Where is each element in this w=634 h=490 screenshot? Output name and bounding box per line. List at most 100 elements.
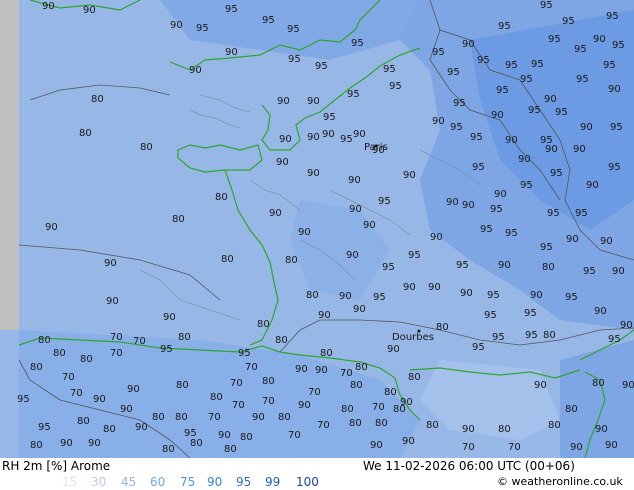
rh-label: 95 xyxy=(555,107,568,118)
rh-label: 80 xyxy=(543,330,556,341)
rh-label: 80 xyxy=(341,404,354,415)
rh-label: 90 xyxy=(307,132,320,143)
rh-label: 80 xyxy=(190,438,203,449)
rh-label: 95 xyxy=(583,266,596,277)
rh-label: 70 xyxy=(340,368,353,379)
moist-zone-se xyxy=(560,340,634,458)
rh-label: 90 xyxy=(353,304,366,315)
scale-label-60: 60 xyxy=(150,475,166,489)
rh-label: 90 xyxy=(566,234,579,245)
rh-label: 90 xyxy=(544,94,557,105)
rh-map: 90 90 90 95 95 90 95 95 95 95 90 95 95 9… xyxy=(0,0,634,459)
rh-label: 90 xyxy=(269,208,282,219)
rh-label: 80 xyxy=(565,404,578,415)
rh-label: 80 xyxy=(38,335,51,346)
rh-label: 90 xyxy=(387,344,400,355)
rh-label: 90 xyxy=(570,442,583,453)
rh-label: 90 xyxy=(586,180,599,191)
rh-label: 90 xyxy=(605,440,618,451)
rh-label: 95 xyxy=(373,292,386,303)
rh-label: 90 xyxy=(93,394,106,405)
rh-label: 80 xyxy=(30,362,43,373)
rh-label: 70 xyxy=(133,336,146,347)
rh-label: 95 xyxy=(562,16,575,27)
rh-label: 90 xyxy=(370,440,383,451)
rh-label: 90 xyxy=(573,144,586,155)
rh-label: 95 xyxy=(531,59,544,70)
rh-label: 90 xyxy=(315,365,328,376)
rh-label: 90 xyxy=(428,282,441,293)
map-footer: RH 2m [%] Arome We 11-02-2026 06:00 UTC … xyxy=(0,458,634,490)
rh-label: 90 xyxy=(505,135,518,146)
rh-label: 95 xyxy=(548,34,561,45)
rh-label: 70 xyxy=(245,362,258,373)
rh-label: 95 xyxy=(484,310,497,321)
rh-label: 95 xyxy=(477,55,490,66)
rh-label: 90 xyxy=(348,175,361,186)
rh-label: 90 xyxy=(135,422,148,433)
rh-label: 95 xyxy=(472,162,485,173)
rh-label: 95 xyxy=(323,112,336,123)
rh-label: 90 xyxy=(276,157,289,168)
rh-label: 95 xyxy=(540,0,553,11)
rh-label: 90 xyxy=(252,412,265,423)
rh-label: 80 xyxy=(275,335,288,346)
rh-label: 95 xyxy=(520,180,533,191)
rh-label: 90 xyxy=(593,34,606,45)
rh-label: 80 xyxy=(77,416,90,427)
rh-label: 95 xyxy=(453,98,466,109)
rh-label: 90 xyxy=(363,220,376,231)
rh-label: 95 xyxy=(389,81,402,92)
rh-label: 90 xyxy=(353,129,366,140)
rh-label: 90 xyxy=(580,122,593,133)
rh-label: 90 xyxy=(403,170,416,181)
rh-label: 95 xyxy=(378,196,391,207)
rh-label: 80 xyxy=(436,322,449,333)
rh-label: 90 xyxy=(307,96,320,107)
rh-label: 90 xyxy=(460,288,473,299)
rh-label: 70 xyxy=(262,396,275,407)
rh-label: 90 xyxy=(595,424,608,435)
rh-label: 70 xyxy=(288,430,301,441)
rh-label: 95 xyxy=(351,38,364,49)
rh-label: 90 xyxy=(163,312,176,323)
rh-label: 95 xyxy=(603,60,616,71)
rh-label: 80 xyxy=(224,444,237,455)
rh-label: 90 xyxy=(545,144,558,155)
rh-label: 90 xyxy=(42,1,55,12)
rh-label: 80 xyxy=(80,354,93,365)
rh-label: 70 xyxy=(372,402,385,413)
rh-label: 95 xyxy=(17,394,30,405)
rh-label: 90 xyxy=(402,436,415,447)
rh-label: 90 xyxy=(622,380,634,391)
rh-label: 95 xyxy=(565,292,578,303)
rh-label: 95 xyxy=(472,342,485,353)
rh-label: 80 xyxy=(498,424,511,435)
rh-label: 95 xyxy=(608,334,621,345)
rh-label: 70 xyxy=(317,420,330,431)
scale-label-45: 45 xyxy=(121,475,137,489)
rh-label: 80 xyxy=(257,319,270,330)
rh-label: 90 xyxy=(494,189,507,200)
rh-label: 90 xyxy=(612,266,625,277)
rh-label: 80 xyxy=(542,262,555,273)
rh-label: 95 xyxy=(288,54,301,65)
rh-label: 90 xyxy=(88,438,101,449)
scale-label-15: 15 xyxy=(62,475,78,489)
rh-label: 95 xyxy=(408,250,421,261)
rh-label: 90 xyxy=(346,250,359,261)
rh-label: 80 xyxy=(278,412,291,423)
rh-label: 90 xyxy=(518,154,531,165)
rh-label: 95 xyxy=(608,162,621,173)
rh-label: 70 xyxy=(208,412,221,423)
rh-label: 95 xyxy=(505,60,518,71)
rh-label: 90 xyxy=(170,20,183,31)
rh-label: 70 xyxy=(508,442,521,453)
scale-label-30: 30 xyxy=(91,475,107,489)
rh-label: 95 xyxy=(480,224,493,235)
rh-label: 95 xyxy=(547,208,560,219)
rh-label: 95 xyxy=(540,242,553,253)
rh-label: 95 xyxy=(382,262,395,273)
rh-label: 90 xyxy=(298,400,311,411)
rh-label: 95 xyxy=(487,290,500,301)
